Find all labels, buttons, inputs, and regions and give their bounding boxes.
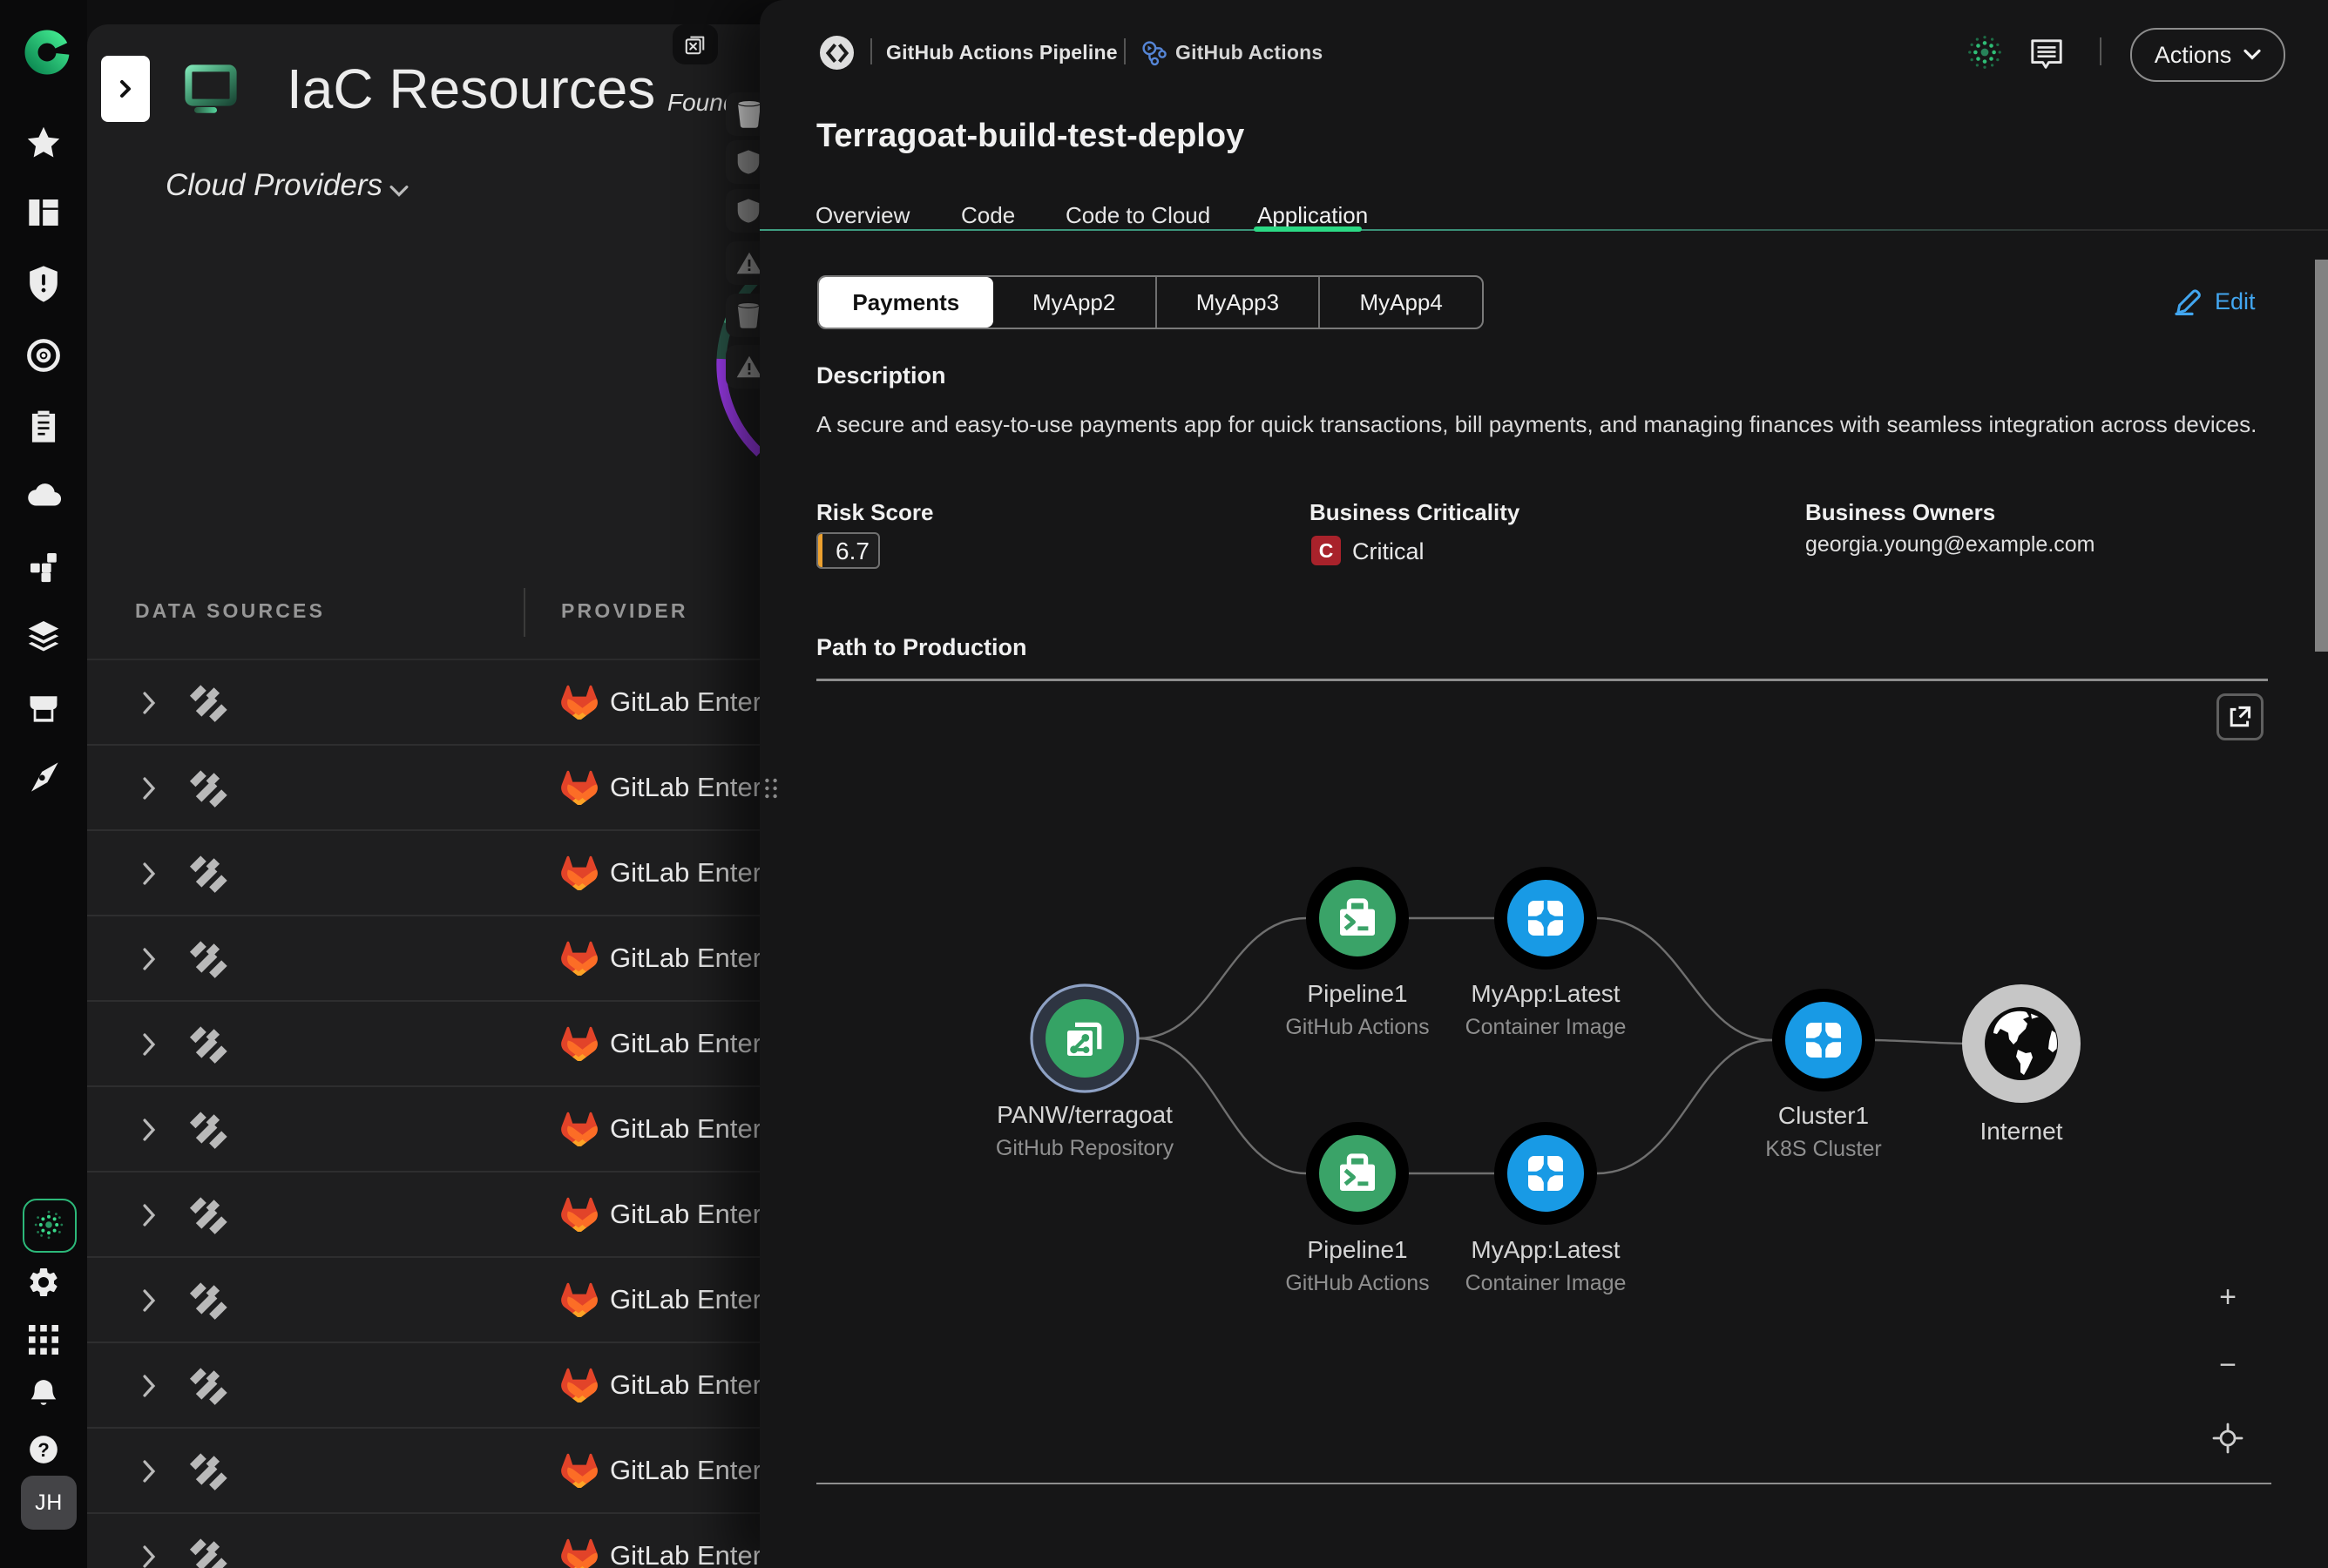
svg-text:?: ?	[37, 1439, 50, 1461]
